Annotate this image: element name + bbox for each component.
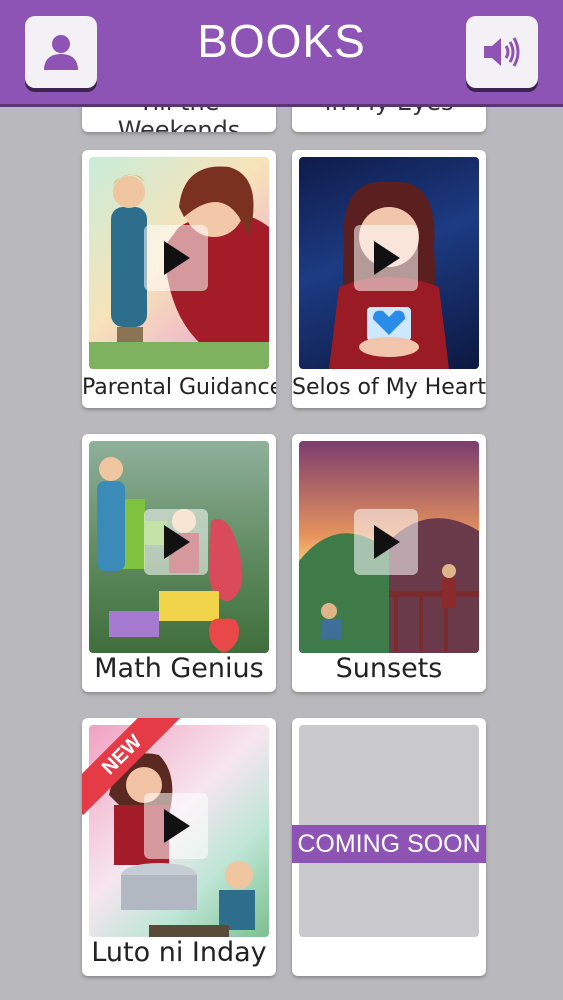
book-card-selos-of-my-heart[interactable]: Selos of My Heart: [292, 150, 486, 408]
book-card-sunsets[interactable]: Sunsets: [292, 434, 486, 692]
play-icon: [374, 525, 400, 559]
speaker-icon: [484, 37, 520, 67]
book-title: Selos of My Heart: [292, 375, 486, 400]
book-card-parental-guidance[interactable]: Parental Guidance: [82, 150, 276, 408]
top-bar: BOOKS: [0, 0, 563, 104]
play-icon: [164, 525, 190, 559]
play-icon: [164, 241, 190, 275]
book-title: Till the Weekends: [117, 104, 241, 132]
book-card-math-genius[interactable]: Math Genius: [82, 434, 276, 692]
sound-button[interactable]: [466, 16, 538, 88]
coming-soon-banner: COMING SOON: [292, 825, 486, 863]
book-title: Parental Guidance: [82, 375, 276, 400]
book-card-partial[interactable]: In My Eyes: [292, 104, 486, 132]
play-icon: [374, 241, 400, 275]
book-card-luto-ni-inday[interactable]: NEW Luto ni Inday: [82, 718, 276, 976]
play-button[interactable]: [144, 509, 208, 575]
book-title: Luto ni Inday: [91, 937, 267, 968]
book-title: In My Eyes: [292, 104, 486, 116]
book-card-partial[interactable]: Till the Weekends: [82, 104, 276, 132]
play-button[interactable]: [144, 225, 208, 291]
book-card-coming-soon: COMING SOON: [292, 718, 486, 976]
play-button[interactable]: [354, 225, 418, 291]
play-icon: [164, 809, 190, 843]
play-button[interactable]: [144, 793, 208, 859]
book-title: Sunsets: [335, 653, 443, 684]
book-title: Math Genius: [94, 653, 264, 684]
play-button[interactable]: [354, 509, 418, 575]
